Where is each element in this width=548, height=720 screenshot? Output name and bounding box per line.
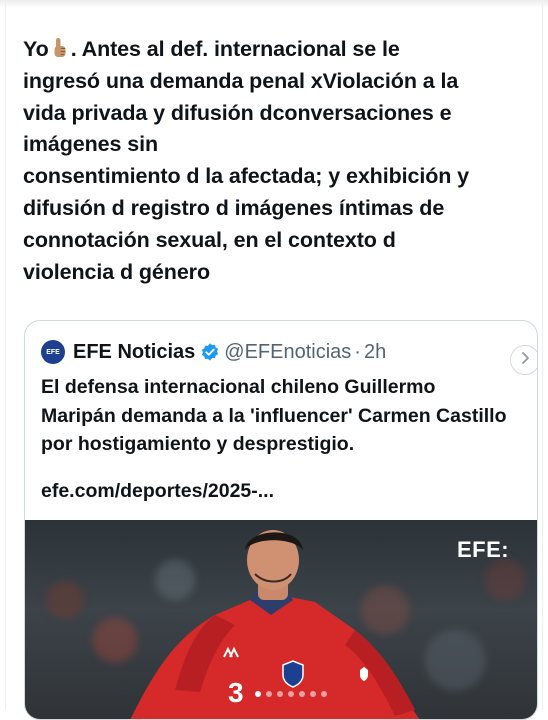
- carousel-dot[interactable]: [321, 691, 327, 697]
- post-text-start: Yo: [23, 37, 49, 61]
- carousel-dot[interactable]: [266, 691, 272, 697]
- carousel-dot[interactable]: [299, 691, 305, 697]
- carousel-dot[interactable]: [288, 691, 294, 697]
- quoted-post-text: El defensa internacional chileno Guiller…: [41, 376, 507, 455]
- jersey-number: 3: [228, 677, 244, 708]
- post-card: Yo. Antes al def. internacional se le in…: [5, 4, 543, 720]
- header-separator: ·: [354, 340, 361, 363]
- author-name[interactable]: EFE Noticias: [73, 341, 195, 364]
- post-text: Yo. Antes al def. internacional se le in…: [23, 34, 538, 288]
- pointing-up-finger-icon: [51, 37, 69, 59]
- post-time[interactable]: 2h: [364, 341, 386, 364]
- carousel-dot[interactable]: [277, 691, 283, 697]
- author-handle[interactable]: @EFEnoticias: [224, 341, 351, 364]
- efe-watermark: EFE:: [457, 537, 510, 562]
- carousel-dot[interactable]: [255, 691, 261, 697]
- quoted-post-header: EFE EFE Noticias @EFEnoticias · 2h: [41, 339, 386, 365]
- media-image[interactable]: 3 EFE:: [25, 520, 537, 719]
- next-button[interactable]: [510, 345, 537, 375]
- avatar[interactable]: EFE: [41, 340, 65, 364]
- carousel-indicators[interactable]: [255, 691, 327, 697]
- chevron-right-icon: [519, 351, 531, 370]
- article-link[interactable]: efe.com/deportes/2025-...: [41, 480, 274, 503]
- verified-badge-icon: [200, 342, 220, 362]
- carousel-dot[interactable]: [310, 691, 316, 697]
- quoted-post-card[interactable]: EFE EFE Noticias @EFEnoticias · 2h El de…: [24, 320, 538, 720]
- post-text-body: . Antes al def. internacional se le ingr…: [23, 37, 470, 284]
